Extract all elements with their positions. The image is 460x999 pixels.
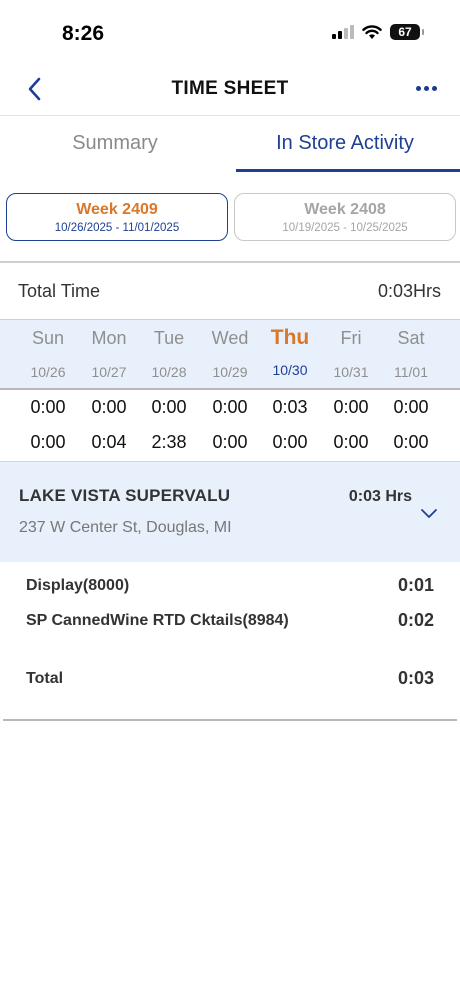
chevron-down-icon[interactable] — [420, 506, 438, 520]
activity-value: 0:01 — [397, 575, 434, 595]
day-name: Mon — [91, 328, 127, 348]
time-cell: 0:00 — [30, 397, 66, 417]
activity-total-value: 0:03 — [397, 668, 434, 688]
time-cell: 2:38 — [151, 432, 187, 452]
activity-row: SP CannedWine RTD Cktails(8984) 0:02 — [0, 606, 460, 638]
divider — [0, 388, 460, 390]
week-selector: Week 2409 10/26/2025 - 11/01/2025 Week 2… — [6, 193, 456, 243]
status-icons: 67 — [332, 24, 424, 40]
status-bar: 8:26 67 — [0, 0, 460, 64]
day-column-wed[interactable]: Wed 10/29 — [200, 320, 260, 380]
time-cell: 0:03 — [272, 397, 308, 417]
time-cell: 0:00 — [30, 432, 66, 452]
total-time-row: Total Time 0:03Hrs — [0, 262, 460, 319]
day-date: 11/01 — [394, 364, 428, 380]
divider — [3, 719, 457, 721]
day-date-today: 10/30 — [272, 362, 308, 378]
active-tab-indicator — [236, 169, 460, 172]
day-name: Sun — [31, 328, 65, 348]
activity-row: Display(8000) 0:01 — [0, 571, 460, 603]
time-cell: 0:04 — [91, 432, 127, 452]
day-column-mon[interactable]: Mon 10/27 — [79, 320, 139, 380]
time-cell: 0:00 — [393, 397, 429, 417]
day-date: 10/26 — [30, 364, 66, 380]
day-date: 10/28 — [151, 364, 187, 380]
activity-total-row: Total 0:03 — [0, 664, 460, 696]
time-cell: 0:00 — [212, 397, 248, 417]
store-address: 237 W Center St, Douglas, MI — [19, 519, 232, 536]
day-name: Wed — [211, 328, 249, 348]
nav-bar: TIME SHEET — [0, 64, 460, 116]
time-cell: 0:00 — [272, 432, 308, 452]
store-card[interactable]: LAKE VISTA SUPERVALU 0:03 Hrs 237 W Cent… — [0, 461, 460, 562]
total-time-label: Total Time — [18, 281, 101, 301]
store-name: LAKE VISTA SUPERVALU — [19, 486, 231, 505]
more-options-button[interactable] — [412, 78, 440, 98]
activity-total-label: Total — [26, 670, 64, 687]
time-cell: 0:00 — [333, 432, 369, 452]
tab-bar: Summary In Store Activity — [0, 116, 460, 174]
battery-icon: 67 — [390, 24, 424, 40]
tab-in-store-activity[interactable]: In Store Activity — [230, 116, 460, 174]
more-dot-icon — [415, 85, 421, 91]
day-name: Fri — [340, 328, 362, 348]
day-name-today: Thu — [270, 326, 310, 349]
more-dot-icon — [423, 85, 429, 91]
activity-label: SP CannedWine RTD Cktails(8984) — [26, 612, 289, 629]
day-name: Tue — [153, 328, 185, 348]
days-header: Sun 10/26 Mon 10/27 Tue 10/28 Wed 10/29 … — [0, 320, 460, 388]
week-label: Week 2409 — [76, 201, 158, 218]
wifi-icon — [362, 24, 382, 39]
time-cell: 0:00 — [151, 397, 187, 417]
time-row: 0:00 0:00 0:00 0:00 0:03 0:00 0:00 — [0, 391, 460, 425]
day-column-sun[interactable]: Sun 10/26 — [18, 320, 78, 380]
tab-summary[interactable]: Summary — [0, 116, 230, 174]
week-card-current[interactable]: Week 2409 10/26/2025 - 11/01/2025 — [6, 193, 228, 241]
day-name: Sat — [397, 328, 425, 348]
day-column-sat[interactable]: Sat 11/01 — [381, 320, 441, 380]
status-time: 8:26 — [62, 22, 105, 45]
time-cell: 0:00 — [91, 397, 127, 417]
day-date: 10/29 — [212, 364, 248, 380]
time-row: 0:00 0:04 2:38 0:00 0:00 0:00 0:00 — [0, 426, 460, 460]
page-title: TIME SHEET — [171, 78, 289, 99]
day-column-tue[interactable]: Tue 10/28 — [139, 320, 199, 380]
day-date: 10/27 — [91, 364, 127, 380]
week-range: 10/19/2025 - 10/25/2025 — [282, 222, 408, 234]
activity-value: 0:02 — [397, 610, 434, 630]
day-column-fri[interactable]: Fri 10/31 — [321, 320, 381, 380]
day-column-thu[interactable]: Thu 10/30 — [260, 320, 320, 378]
signal-icon — [332, 25, 354, 39]
total-time-value: 0:03Hrs — [377, 281, 441, 301]
week-label: Week 2408 — [304, 201, 386, 218]
more-dot-icon — [431, 85, 437, 91]
activity-label: Display(8000) — [26, 577, 130, 594]
day-date: 10/31 — [333, 364, 369, 380]
time-cell: 0:00 — [212, 432, 248, 452]
time-cell: 0:00 — [333, 397, 369, 417]
store-hours: 0:03 Hrs — [348, 488, 412, 505]
week-card-previous[interactable]: Week 2408 10/19/2025 - 10/25/2025 — [234, 193, 456, 241]
week-range: 10/26/2025 - 11/01/2025 — [54, 222, 180, 234]
time-cell: 0:00 — [393, 432, 429, 452]
